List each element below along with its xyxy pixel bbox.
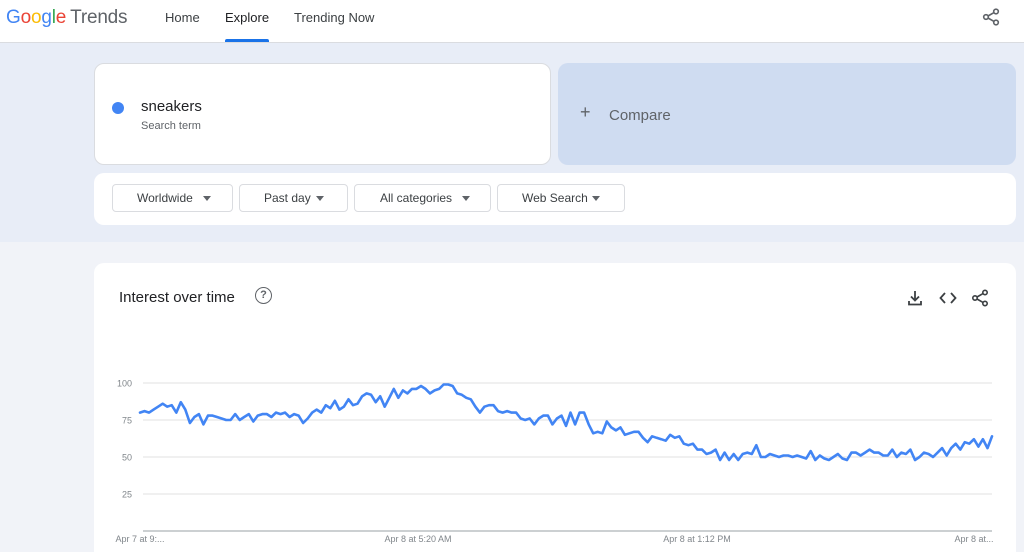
- chevron-down-icon: [462, 196, 470, 201]
- filter-time-range-label: Past day: [264, 191, 311, 205]
- y-tick-label: 50: [122, 453, 132, 463]
- line-chart[interactable]: 25 50 75 100 Apr 7 at 9:... Apr 8 at 5:20 AM…: [94, 263, 1016, 552]
- compare-button[interactable]: + Compare: [558, 63, 1016, 165]
- share-icon[interactable]: [982, 8, 1000, 26]
- chevron-down-icon: [203, 196, 211, 201]
- chevron-down-icon: [592, 196, 600, 201]
- filter-search-type-label: Web Search: [522, 191, 588, 205]
- filter-region[interactable]: Worldwide: [112, 184, 233, 212]
- search-term-text[interactable]: sneakers: [141, 98, 202, 115]
- y-tick-label: 25: [122, 490, 132, 500]
- logo-google-wordmark: Google: [6, 7, 67, 28]
- interest-over-time-card: Interest over time ? 25 50 75 100 Apr 7 at …: [94, 263, 1016, 552]
- filter-search-type[interactable]: Web Search: [497, 184, 625, 212]
- y-tick-label: 100: [117, 379, 132, 389]
- nav-explore[interactable]: Explore: [225, 0, 270, 43]
- filter-category-label: All categories: [380, 191, 453, 205]
- series-line-sneakers: [138, 383, 994, 462]
- google-trends-logo[interactable]: Google Trends: [6, 7, 128, 29]
- filters-bar: Worldwide Past day All categories Web Se…: [94, 173, 1016, 225]
- y-tick-label: 75: [122, 416, 132, 426]
- x-tick-label: Apr 8 at 1:12 PM: [663, 534, 731, 544]
- nav-home[interactable]: Home: [165, 0, 200, 43]
- series-color-dot: [112, 102, 124, 114]
- x-tick-label: Apr 7 at 9:...: [115, 534, 164, 544]
- filter-region-label: Worldwide: [137, 191, 193, 205]
- compare-label: Compare: [609, 107, 671, 124]
- top-app-bar: Google Trends Home Explore Trending Now: [0, 0, 1024, 43]
- filter-time-range[interactable]: Past day: [239, 184, 348, 212]
- search-term-card[interactable]: sneakers Search term: [94, 63, 551, 165]
- plus-icon: +: [580, 102, 591, 122]
- logo-trends-wordmark: Trends: [70, 7, 128, 28]
- nav-trending-now[interactable]: Trending Now: [294, 0, 374, 43]
- x-tick-label: Apr 8 at 5:20 AM: [384, 534, 451, 544]
- chevron-down-icon: [316, 196, 324, 201]
- x-tick-label: Apr 8 at...: [954, 534, 993, 544]
- filter-category[interactable]: All categories: [354, 184, 491, 212]
- search-term-type: Search term: [141, 120, 201, 132]
